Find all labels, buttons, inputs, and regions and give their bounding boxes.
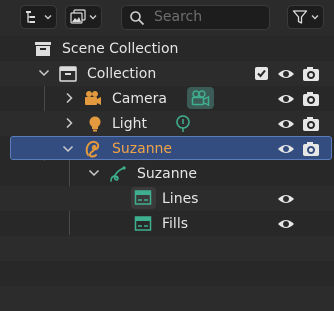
chevron-down-icon xyxy=(44,15,52,20)
tree-row-collection[interactable]: Collection xyxy=(0,61,334,86)
tree-row-suzanne-object[interactable]: Suzanne xyxy=(10,136,332,160)
eye-icon[interactable] xyxy=(277,115,295,133)
lines-material-button[interactable] xyxy=(131,187,156,209)
chevron-down-icon[interactable] xyxy=(38,67,50,79)
camera-data-icon xyxy=(191,90,210,107)
search-input[interactable]: Search xyxy=(121,5,270,30)
suzanne-object-label: Suzanne xyxy=(112,141,173,157)
suzanne-data-label: Suzanne xyxy=(137,166,198,182)
chevron-down-icon xyxy=(311,15,319,20)
display-mode-button[interactable] xyxy=(20,5,57,29)
scene-collection-label: Scene Collection xyxy=(62,41,179,57)
tree-row-suzanne-data[interactable]: Suzanne xyxy=(0,161,334,186)
scene-collection-icon xyxy=(35,42,51,56)
chevron-down-icon[interactable] xyxy=(62,143,74,155)
chevron-right-icon[interactable] xyxy=(63,92,75,104)
camera-render-icon[interactable] xyxy=(302,65,320,83)
empty-row xyxy=(0,236,334,261)
camera-render-icon[interactable] xyxy=(302,115,320,133)
outliner-tree: Scene Collection Collection Camera Light… xyxy=(0,36,334,311)
grease-pencil-object-icon xyxy=(85,140,100,158)
tree-row-light[interactable]: Light xyxy=(0,111,334,136)
checkbox-checked-icon[interactable] xyxy=(253,65,271,83)
tree-row-fills[interactable]: Fills xyxy=(0,211,334,236)
new-collection-button[interactable] xyxy=(65,5,102,29)
camera-data-button[interactable] xyxy=(187,87,214,109)
camera-label: Camera xyxy=(112,91,167,107)
eye-icon[interactable] xyxy=(277,65,295,83)
outliner-header: Search xyxy=(0,0,334,36)
stroke-data-icon xyxy=(110,166,126,182)
light-label: Light xyxy=(112,116,147,132)
filter-button[interactable] xyxy=(287,5,324,29)
light-data-icon[interactable] xyxy=(174,115,192,133)
collection-label: Collection xyxy=(87,66,157,82)
chevron-down-icon[interactable] xyxy=(88,167,100,179)
eye-icon[interactable] xyxy=(277,140,295,158)
camera-render-icon[interactable] xyxy=(302,140,320,158)
eye-icon[interactable] xyxy=(277,190,295,208)
chevron-right-icon[interactable] xyxy=(63,117,75,129)
tree-row-camera[interactable]: Camera xyxy=(0,86,334,111)
outliner-display-mode-icon xyxy=(26,11,35,23)
light-bulb-icon xyxy=(89,116,101,132)
search-placeholder: Search xyxy=(154,9,203,25)
camera-render-icon[interactable] xyxy=(302,90,320,108)
collection-icon xyxy=(59,66,77,82)
tree-row-lines[interactable]: Lines xyxy=(0,186,334,211)
eye-icon[interactable] xyxy=(277,215,295,233)
camera-object-icon xyxy=(85,91,101,105)
material-icon xyxy=(134,190,152,205)
search-icon xyxy=(130,11,145,26)
fills-label: Fills xyxy=(162,216,188,232)
lines-label: Lines xyxy=(162,191,199,207)
empty-row xyxy=(0,286,334,311)
eye-icon[interactable] xyxy=(277,90,295,108)
material-icon xyxy=(134,216,152,231)
funnel-icon xyxy=(292,10,308,24)
chevron-down-icon xyxy=(89,15,97,20)
image-collection-icon xyxy=(70,9,86,24)
tree-row-scene-collection[interactable]: Scene Collection xyxy=(0,36,334,61)
